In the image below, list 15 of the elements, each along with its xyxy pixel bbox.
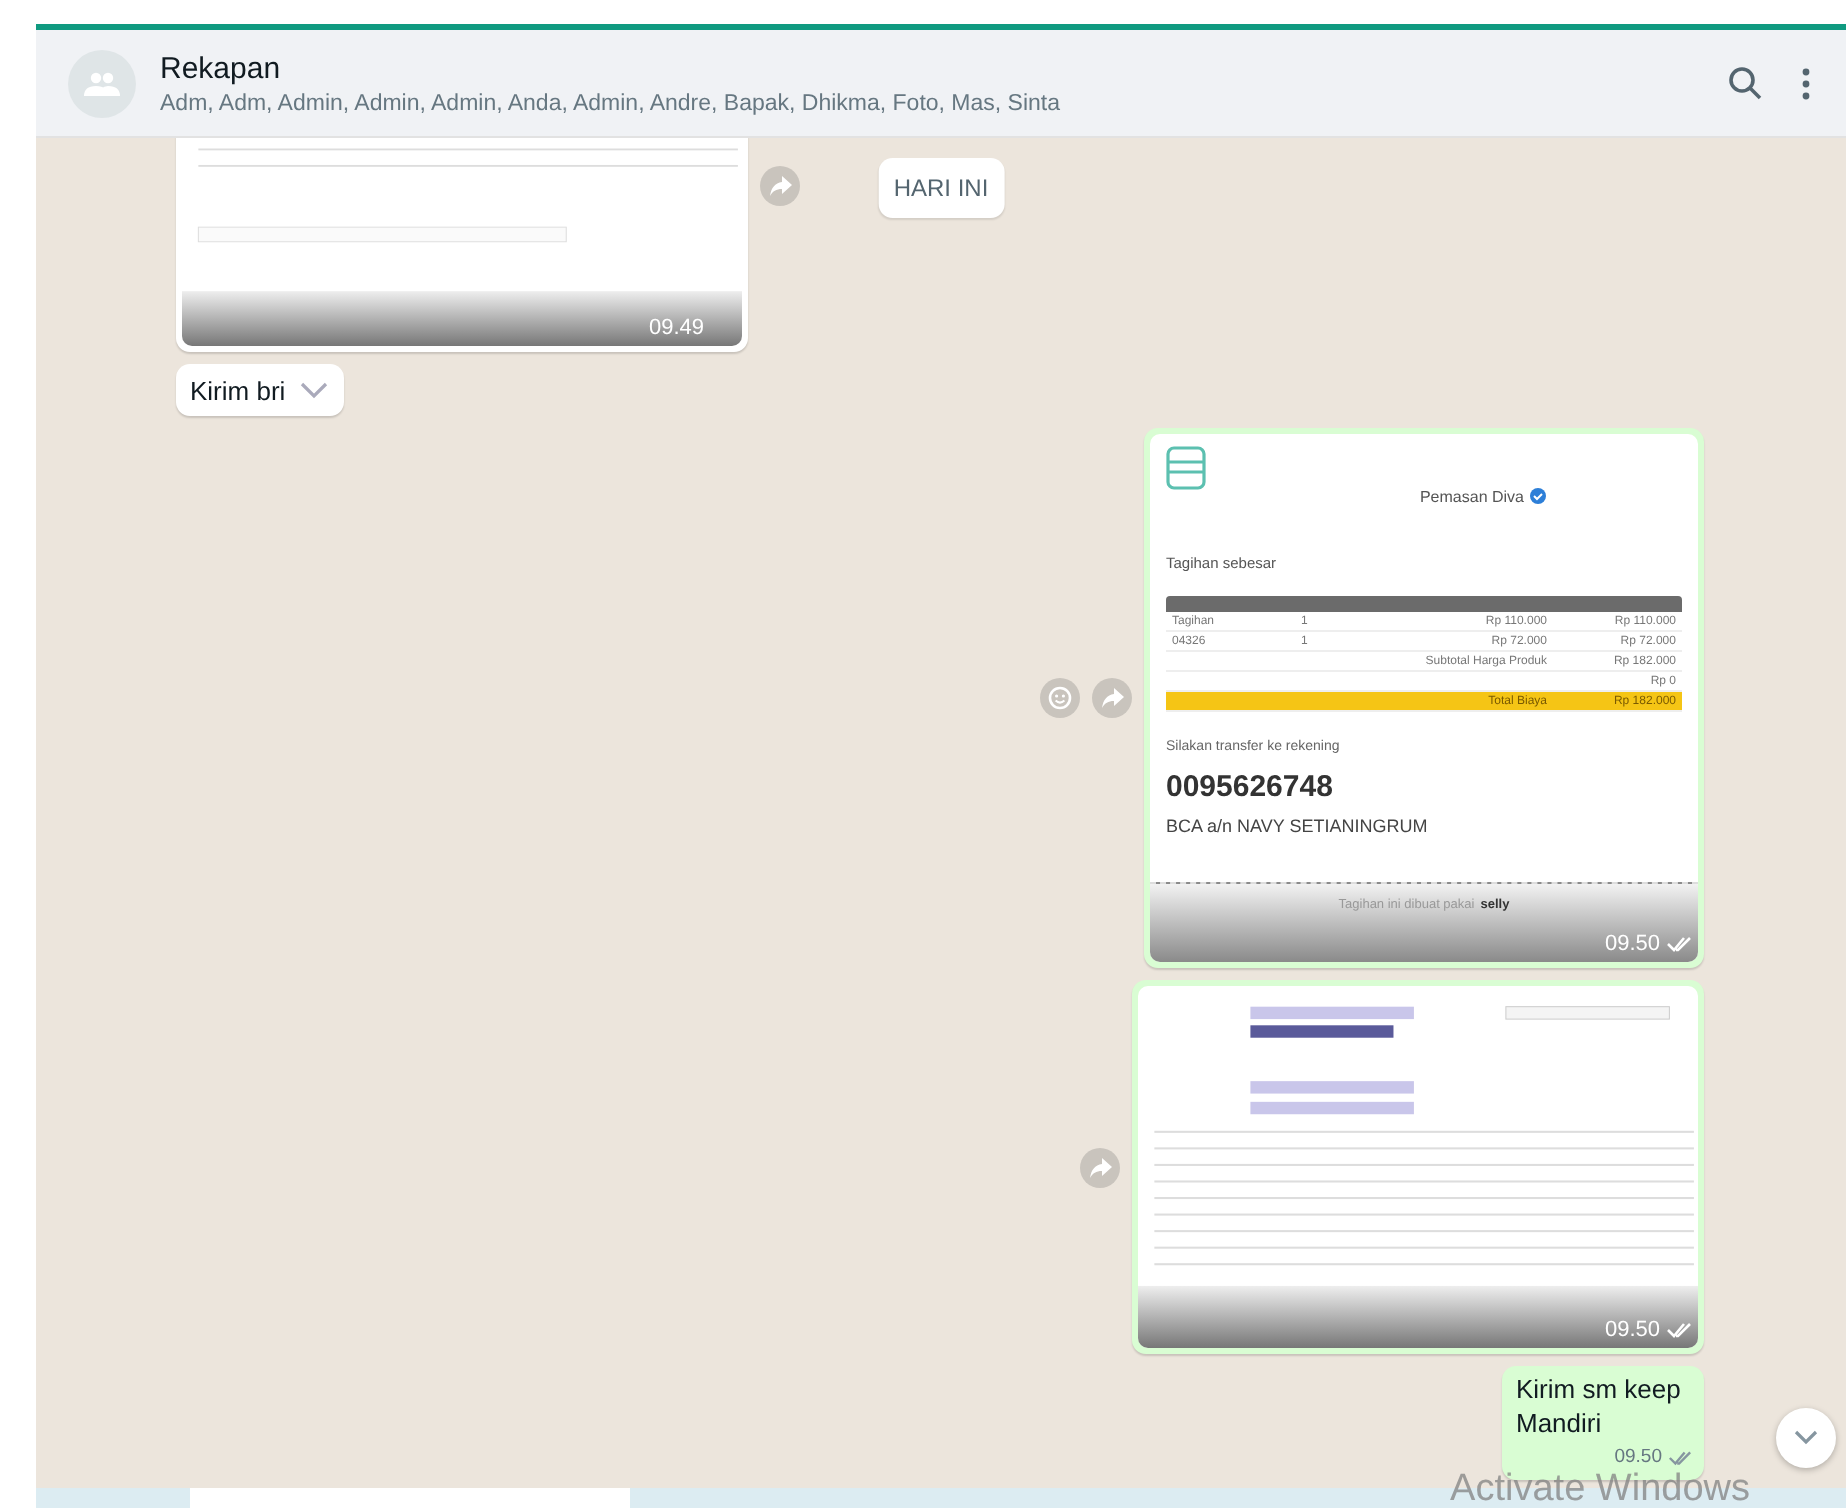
account-name: BCA a/n NAVY SETIANINGRUM [1166,816,1430,836]
message-time: 09.50 [1604,1318,1660,1342]
message-text: Kirim bri [190,374,286,408]
message-time: 09.50 [1604,932,1660,956]
activation-notice: Activate Windows [1450,1470,1750,1508]
image-message[interactable]: 09.49 [176,138,748,352]
store-name: Pemasan Diva [1419,458,1546,534]
chat-title: Rekapan [160,51,283,85]
date-chip: HARI INI [877,158,1005,218]
image-message[interactable]: 09.50 [1132,980,1704,1354]
member-list: Adm, Adm, Admin, Admin, Admin, Anda, Admin, Andre, Bapak, Dhikma, Foto, Mas, Sinta [160,91,1696,115]
message-text: Kirim sm keep Mandiri [1516,1372,1683,1440]
message-time: 09.50 [1614,1444,1662,1472]
account-number: 0095626748 [1166,770,1335,804]
message-time: 09.49 [648,316,704,340]
